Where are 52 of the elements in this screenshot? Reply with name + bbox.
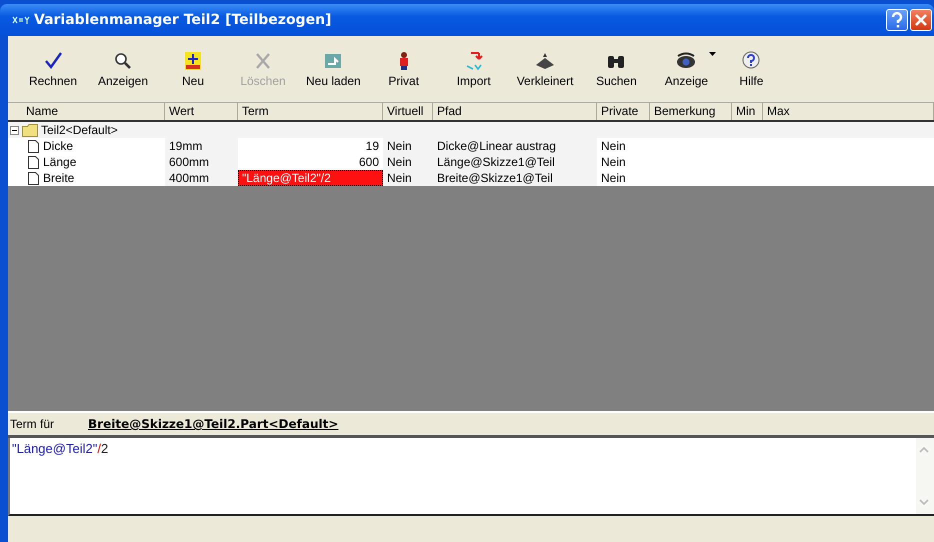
toolbar-button[interactable]: Verkleinert xyxy=(508,48,582,90)
term-cell[interactable]: 19 xyxy=(238,138,383,154)
term-label: Term für xyxy=(10,417,54,431)
new-variable-icon xyxy=(182,50,204,70)
column-header[interactable]: Bemerkung xyxy=(650,103,732,120)
table-cell: Nein xyxy=(387,155,412,169)
table-cell: 400mm xyxy=(169,171,210,185)
toolbar-button[interactable]: Neu laden xyxy=(298,48,369,90)
pyramid-icon xyxy=(534,50,556,70)
caret-icon[interactable] xyxy=(709,52,716,56)
column-header[interactable]: Virtuell xyxy=(383,103,433,120)
toolbar-button[interactable]: Neu xyxy=(158,48,228,90)
column-header[interactable]: Wert xyxy=(165,103,238,120)
table-cell: Breite@Skizze1@Teil xyxy=(437,171,553,185)
eye-icon xyxy=(675,50,698,70)
table-cell: Länge@Skizze1@Teil xyxy=(437,155,555,169)
table-cell: Dicke@Linear austrag xyxy=(437,139,556,153)
column-header[interactable]: Max xyxy=(763,103,934,120)
close-button[interactable] xyxy=(910,9,932,31)
toolbar-button[interactable]: Import xyxy=(438,48,509,90)
close-icon xyxy=(914,13,928,27)
collapse-icon[interactable] xyxy=(10,126,19,134)
tree-item[interactable]: Teil2<Default> xyxy=(41,123,118,137)
table-cell: Nein xyxy=(387,171,412,185)
window-title: Variablenmanager Teil2 [Teilbezogen] xyxy=(34,12,332,28)
variable-name[interactable]: Länge xyxy=(43,155,76,169)
toolbar-button[interactable]: Suchen xyxy=(581,48,652,90)
checkmark-icon xyxy=(42,50,64,70)
term-target: Breite@Skizze1@Teil2.Part<Default> xyxy=(88,417,338,431)
column-header[interactable]: Term xyxy=(238,103,383,120)
term-cell[interactable]: 600 xyxy=(238,154,383,170)
toolbar-button[interactable]: Rechnen xyxy=(18,48,88,90)
term-cell[interactable]: "Länge@Teil2"/2 xyxy=(238,170,383,186)
variable-name[interactable]: Dicke xyxy=(43,139,74,153)
table-cell: Nein xyxy=(601,171,626,185)
column-header[interactable]: Private xyxy=(597,103,650,120)
toolbar-button[interactable]: Privat xyxy=(368,48,439,90)
help-button[interactable] xyxy=(886,9,908,31)
table-cell: 600mm xyxy=(169,155,210,169)
question-mark-icon xyxy=(890,12,904,28)
term-editor[interactable]: "Länge@Teil2"/2 xyxy=(8,438,934,516)
column-header[interactable]: Name xyxy=(8,103,165,120)
help-icon xyxy=(740,50,762,70)
table-cell: Nein xyxy=(601,155,626,169)
table-cell: 19mm xyxy=(169,139,202,153)
app-logo-icon xyxy=(12,15,30,25)
toolbar-button[interactable]: Anzeigen xyxy=(88,48,158,90)
table-cell: Nein xyxy=(387,139,412,153)
column-header[interactable]: Min xyxy=(732,103,763,120)
table-cell: Nein xyxy=(601,139,626,153)
variable-name[interactable]: Breite xyxy=(43,171,74,185)
column-header[interactable]: Pfad xyxy=(433,103,597,120)
